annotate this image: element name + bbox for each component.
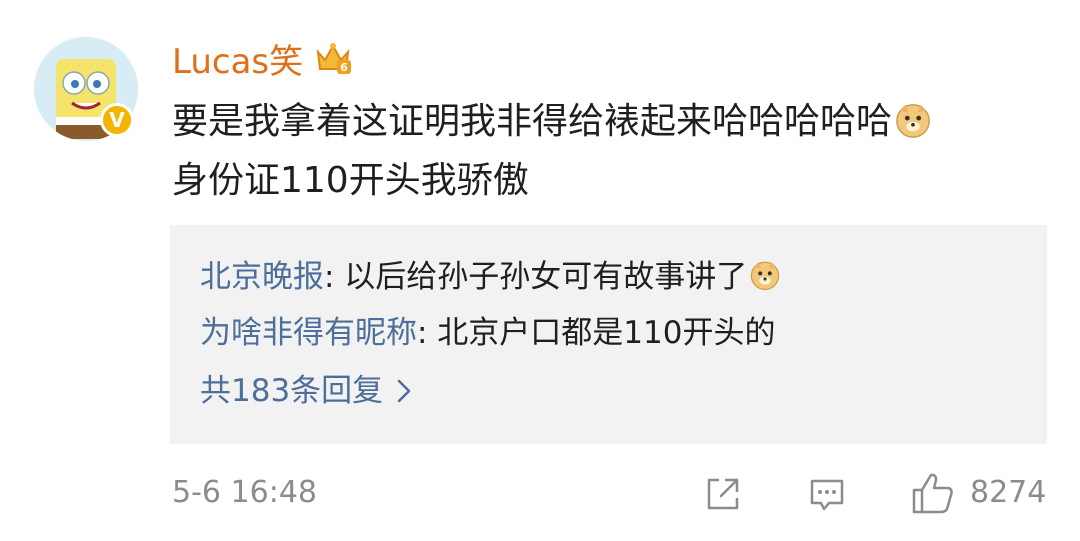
svg-text:6: 6 xyxy=(340,61,348,74)
verified-badge-icon: V xyxy=(100,103,134,137)
doge-emoji-icon xyxy=(896,104,930,138)
username-row: Lucas笑 6 xyxy=(172,34,353,82)
comment-text-line2: 身份证110开头我骄傲 xyxy=(172,160,529,201)
more-replies-link[interactable]: 共183条回复 xyxy=(200,371,413,411)
vip-crown-icon: 6 xyxy=(316,43,352,74)
reply-item: 为啥非得有昵称: 北京户口都是110开头的 xyxy=(200,313,775,353)
reply-item: 北京晚报: 以后给孙子孙女可有故事讲了 xyxy=(200,257,781,297)
reply-text: : 北京户口都是110开头的 xyxy=(417,315,776,351)
doge-emoji-icon xyxy=(751,261,780,290)
more-replies-label: 共183条回复 xyxy=(200,373,384,409)
reply-text: : 以后给孙子孙女可有故事讲了 xyxy=(324,259,748,295)
comment-text: 要是我拿着这证明我非得给裱起来哈哈哈哈哈 xyxy=(172,101,893,142)
like-count: 8274 xyxy=(970,475,1047,510)
username[interactable]: Lucas笑 xyxy=(172,34,303,83)
reply-author[interactable]: 为啥非得有昵称 xyxy=(200,315,417,351)
comment-icon[interactable] xyxy=(807,474,847,514)
share-icon[interactable] xyxy=(703,474,743,514)
chevron-right-icon xyxy=(397,379,411,403)
reply-author[interactable]: 北京晚报 xyxy=(200,259,324,295)
comment-footer: 5-6 16:48 8274 xyxy=(0,470,1080,518)
timestamp: 5-6 16:48 xyxy=(172,475,317,510)
thumbs-up-icon[interactable] xyxy=(910,470,956,516)
reply-preview-box[interactable]: 北京晚报: 以后给孙子孙女可有故事讲了 为啥非得有昵称: 北京户口都是110开头… xyxy=(170,225,1047,444)
comment-text-line1: 要是我拿着这证明我非得给裱起来哈哈哈哈哈 xyxy=(172,99,932,145)
